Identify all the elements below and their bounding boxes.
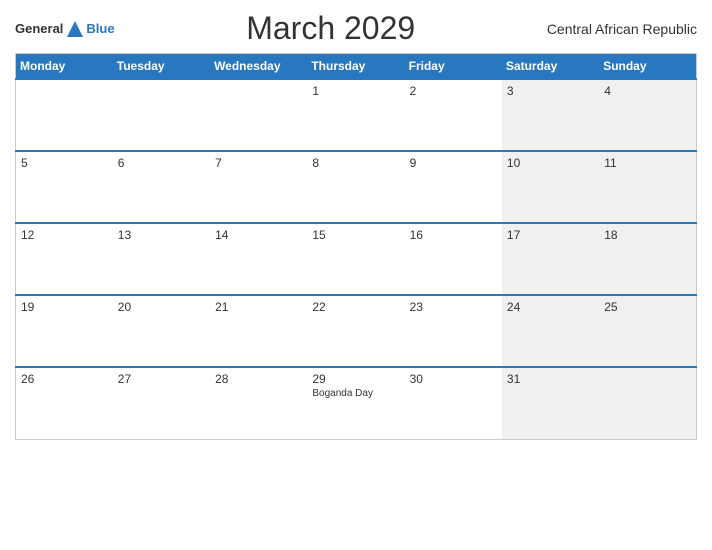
calendar-cell: 1 <box>307 79 404 151</box>
day-number: 22 <box>312 300 399 314</box>
calendar-cell: 12 <box>16 223 113 295</box>
calendar-cell <box>113 79 210 151</box>
day-number: 29 <box>312 372 399 386</box>
day-number: 23 <box>410 300 497 314</box>
calendar-cell: 9 <box>405 151 502 223</box>
day-number: 9 <box>410 156 497 170</box>
calendar-cell: 26 <box>16 367 113 439</box>
calendar-header: General Blue March 2029 Central African … <box>15 10 697 47</box>
calendar-cell <box>599 367 696 439</box>
day-number: 3 <box>507 84 594 98</box>
day-number: 13 <box>118 228 205 242</box>
calendar-cell: 4 <box>599 79 696 151</box>
calendar-cell: 5 <box>16 151 113 223</box>
calendar-cell: 28 <box>210 367 307 439</box>
day-number: 7 <box>215 156 302 170</box>
day-number: 30 <box>410 372 497 386</box>
day-number: 24 <box>507 300 594 314</box>
calendar-cell: 20 <box>113 295 210 367</box>
day-number: 11 <box>604 156 691 170</box>
col-header-monday: Monday <box>16 54 113 80</box>
calendar-header-row: MondayTuesdayWednesdayThursdayFridaySatu… <box>16 54 697 80</box>
day-number: 28 <box>215 372 302 386</box>
calendar-cell: 2 <box>405 79 502 151</box>
calendar-subtitle: Central African Republic <box>547 21 697 37</box>
col-header-wednesday: Wednesday <box>210 54 307 80</box>
calendar-cell: 7 <box>210 151 307 223</box>
calendar-cell: 14 <box>210 223 307 295</box>
day-number: 21 <box>215 300 302 314</box>
week-row-1: 1234 <box>16 79 697 151</box>
calendar-title: March 2029 <box>115 10 547 47</box>
day-number: 26 <box>21 372 108 386</box>
col-header-tuesday: Tuesday <box>113 54 210 80</box>
calendar-cell: 15 <box>307 223 404 295</box>
day-number: 19 <box>21 300 108 314</box>
logo-icon <box>65 19 85 39</box>
calendar-cell: 18 <box>599 223 696 295</box>
calendar-cell: 6 <box>113 151 210 223</box>
calendar-cell: 17 <box>502 223 599 295</box>
day-number: 2 <box>410 84 497 98</box>
calendar-cell: 27 <box>113 367 210 439</box>
day-number: 15 <box>312 228 399 242</box>
day-number: 31 <box>507 372 594 386</box>
day-number: 10 <box>507 156 594 170</box>
day-number: 8 <box>312 156 399 170</box>
day-number: 6 <box>118 156 205 170</box>
day-number: 16 <box>410 228 497 242</box>
day-number: 17 <box>507 228 594 242</box>
calendar-cell: 13 <box>113 223 210 295</box>
logo: General Blue <box>15 19 115 39</box>
week-row-5: 26 27 28 29 Boganda Day 30 31 <box>16 367 697 439</box>
calendar-cell: 16 <box>405 223 502 295</box>
calendar-cell: 24 <box>502 295 599 367</box>
week-row-2: 56789 10 11 <box>16 151 697 223</box>
day-number: 12 <box>21 228 108 242</box>
day-number: 14 <box>215 228 302 242</box>
day-number: 5 <box>21 156 108 170</box>
calendar-cell: 22 <box>307 295 404 367</box>
col-header-thursday: Thursday <box>307 54 404 80</box>
calendar-cell: 11 <box>599 151 696 223</box>
event-label: Boganda Day <box>312 388 399 399</box>
calendar-cell <box>210 79 307 151</box>
day-number: 18 <box>604 228 691 242</box>
calendar-body: 1234567891011121314151617181920212223242… <box>16 79 697 439</box>
logo-blue-text: Blue <box>86 21 114 36</box>
day-number: 1 <box>312 84 399 98</box>
day-number: 4 <box>604 84 691 98</box>
calendar-table: MondayTuesdayWednesdayThursdayFridaySatu… <box>15 53 697 440</box>
calendar-cell: 21 <box>210 295 307 367</box>
col-header-saturday: Saturday <box>502 54 599 80</box>
calendar-cell: 10 <box>502 151 599 223</box>
day-number: 27 <box>118 372 205 386</box>
week-row-4: 19 20 21 22 23 24 25 <box>16 295 697 367</box>
calendar-cell: 29 Boganda Day <box>307 367 404 439</box>
calendar-cell: 8 <box>307 151 404 223</box>
calendar-cell <box>16 79 113 151</box>
calendar-cell: 3 <box>502 79 599 151</box>
day-number: 20 <box>118 300 205 314</box>
logo-general-text: General <box>15 21 63 36</box>
col-header-sunday: Sunday <box>599 54 696 80</box>
day-number: 25 <box>604 300 691 314</box>
calendar-cell: 23 <box>405 295 502 367</box>
col-header-friday: Friday <box>405 54 502 80</box>
calendar-cell: 30 <box>405 367 502 439</box>
calendar-cell: 31 <box>502 367 599 439</box>
calendar-cell: 25 <box>599 295 696 367</box>
calendar-cell: 19 <box>16 295 113 367</box>
week-row-3: 12 13 14 15 16 17 18 <box>16 223 697 295</box>
